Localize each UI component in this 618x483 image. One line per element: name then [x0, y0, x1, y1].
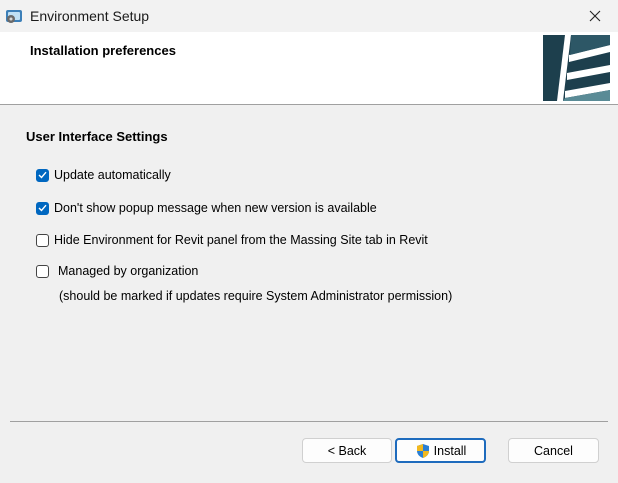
installer-icon [6, 10, 22, 23]
close-button[interactable] [572, 0, 618, 32]
title-bar: Environment Setup [0, 0, 618, 32]
checkbox-unchecked[interactable] [36, 233, 49, 247]
option-label: Managed by organization [58, 264, 199, 278]
section-title: User Interface Settings [26, 129, 168, 144]
option-hide-panel[interactable]: Hide Environment for Revit panel from th… [36, 233, 428, 247]
checkmark-icon [38, 171, 47, 179]
page-title: Installation preferences [30, 43, 176, 58]
close-icon [589, 10, 601, 22]
option-update-automatically[interactable]: Update automatically [36, 168, 171, 182]
checkmark-icon [38, 204, 47, 212]
header-banner: Installation preferences [0, 32, 618, 105]
install-button-label: Install [433, 443, 467, 458]
environment-logo [543, 35, 610, 101]
option-hide-popup[interactable]: Don't show popup message when new versio… [36, 201, 377, 215]
uac-shield-icon [416, 443, 429, 458]
option-label: Hide Environment for Revit panel from th… [54, 233, 428, 247]
cancel-button-label: Cancel [534, 443, 573, 458]
option-label: Update automatically [54, 168, 171, 182]
cancel-button[interactable]: Cancel [508, 438, 599, 463]
managed-note: (should be marked if updates require Sys… [59, 289, 453, 303]
option-label: Don't show popup message when new versio… [54, 201, 377, 215]
checkbox-unchecked[interactable] [36, 264, 49, 278]
back-button[interactable]: < Back [302, 438, 392, 463]
install-button[interactable]: Install [395, 438, 486, 463]
divider [10, 421, 608, 422]
option-managed-by-organization[interactable]: Managed by organization [36, 264, 198, 278]
checkbox-checked[interactable] [36, 168, 49, 182]
window-title: Environment Setup [30, 8, 150, 24]
checkbox-checked[interactable] [36, 201, 49, 215]
back-button-label: < Back [327, 443, 367, 458]
